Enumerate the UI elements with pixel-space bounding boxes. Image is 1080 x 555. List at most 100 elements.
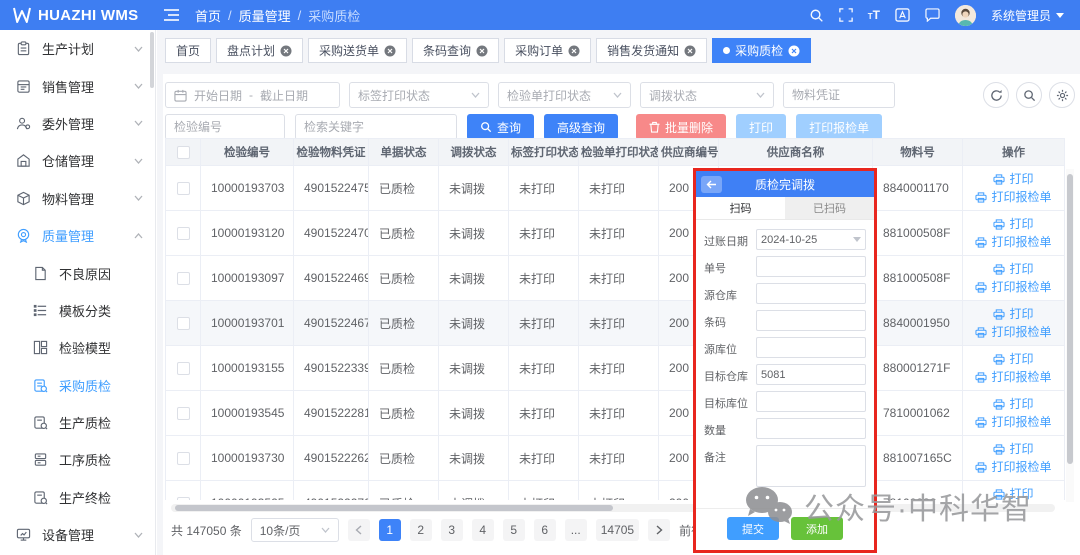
last-page-button[interactable]: 14705 <box>596 519 639 541</box>
tab-sales-notice[interactable]: 销售发货通知 <box>596 38 707 63</box>
tab-barcode-query[interactable]: 条码查询 <box>412 38 499 63</box>
tab-scanned[interactable]: 已扫码 <box>785 197 874 219</box>
print-link[interactable]: 打印 <box>963 485 1064 500</box>
print-link[interactable]: 打印 <box>963 440 1064 458</box>
sidebar-item-defect-reason[interactable]: 不良原因 <box>0 254 155 291</box>
close-icon[interactable] <box>684 45 696 57</box>
row-checkbox[interactable] <box>177 497 190 500</box>
print-link[interactable]: 打印 <box>963 260 1064 278</box>
back-button[interactable] <box>701 176 722 193</box>
submit-button[interactable]: 提交 <box>727 517 779 540</box>
batch-delete-button[interactable]: 批量删除 <box>636 114 726 140</box>
sidebar-item-inspection-model[interactable]: 检验模型 <box>0 329 155 366</box>
label-print-status-select[interactable]: 标签打印状态 <box>349 82 489 108</box>
scrollbar-thumb[interactable] <box>1067 174 1073 464</box>
row-checkbox[interactable] <box>177 407 190 420</box>
user-menu[interactable]: 系统管理员 <box>991 7 1064 24</box>
print-link[interactable]: 打印 <box>963 215 1064 233</box>
sidebar-item-material[interactable]: 物料管理 <box>0 180 155 217</box>
date-range-picker[interactable]: 开始日期 - 截止日期 <box>165 82 340 108</box>
sidebar-item-outsourcing[interactable]: 委外管理 <box>0 105 155 142</box>
inspect-print-status-select[interactable]: 检验单打印状态 <box>498 82 631 108</box>
add-button[interactable]: 添加 <box>791 517 843 540</box>
sidebar-item-process-qc[interactable]: 工序质检 <box>0 441 155 478</box>
sidebar-item-purchase-qc[interactable]: 采购质检 <box>0 367 155 404</box>
sidebar-item-production-plan[interactable]: 生产计划 <box>0 30 155 67</box>
page-button[interactable]: 3 <box>441 519 463 541</box>
material-voucher-input[interactable] <box>783 82 895 108</box>
sidebar-item-sales[interactable]: 销售管理 <box>0 67 155 104</box>
scrollbar-thumb[interactable] <box>175 505 613 511</box>
sidebar-item-production-qc[interactable]: 生产质检 <box>0 404 155 441</box>
page-button[interactable]: 2 <box>410 519 432 541</box>
advanced-search-button[interactable]: 高级查询 <box>544 114 618 140</box>
font-size-icon[interactable]: TT <box>868 9 880 21</box>
print-report-link[interactable]: 打印报检单 <box>963 188 1064 206</box>
row-checkbox[interactable] <box>177 362 190 375</box>
print-report-link[interactable]: 打印报检单 <box>963 278 1064 296</box>
target-bin-input[interactable] <box>756 391 866 412</box>
vertical-scrollbar[interactable] <box>1066 169 1074 502</box>
select-all-checkbox[interactable] <box>177 146 190 159</box>
order-no-input[interactable] <box>756 256 866 277</box>
row-checkbox[interactable] <box>177 452 190 465</box>
prev-page-button[interactable] <box>348 519 370 541</box>
settings-button[interactable] <box>1049 82 1075 108</box>
tab-scan[interactable]: 扫码 <box>696 197 785 219</box>
refresh-button[interactable] <box>983 82 1009 108</box>
keyword-input[interactable] <box>295 114 457 140</box>
row-checkbox[interactable] <box>177 317 190 330</box>
close-icon[interactable] <box>788 45 800 57</box>
tab-count-plan[interactable]: 盘点计划 <box>216 38 303 63</box>
close-icon[interactable] <box>476 45 488 57</box>
page-button[interactable]: 4 <box>472 519 494 541</box>
close-icon[interactable] <box>568 45 580 57</box>
sidebar-scrollbar[interactable] <box>150 32 154 88</box>
breadcrumb-home[interactable]: 首页 <box>195 6 221 25</box>
tab-purchase-qc[interactable]: 采购质检 <box>712 38 811 63</box>
row-checkbox[interactable] <box>177 227 190 240</box>
menu-collapse-icon[interactable] <box>164 9 179 21</box>
remark-textarea[interactable] <box>756 445 866 487</box>
print-report-link[interactable]: 打印报检单 <box>963 458 1064 476</box>
barcode-input[interactable] <box>756 310 866 331</box>
sidebar-item-final-qc[interactable]: 生产终检 <box>0 479 155 516</box>
horizontal-scrollbar[interactable] <box>171 504 1055 512</box>
avatar[interactable] <box>955 5 976 26</box>
page-size-select[interactable]: 10条/页 <box>251 518 339 542</box>
print-link[interactable]: 打印 <box>963 395 1064 413</box>
row-checkbox[interactable] <box>177 272 190 285</box>
sidebar-item-warehouse[interactable]: 仓储管理 <box>0 142 155 179</box>
page-button[interactable]: 1 <box>379 519 401 541</box>
print-report-link[interactable]: 打印报检单 <box>963 413 1064 431</box>
posting-date-select[interactable]: 2024-10-25 <box>756 229 866 250</box>
tab-home[interactable]: 首页 <box>165 38 211 63</box>
translate-icon[interactable] <box>895 8 910 22</box>
fullscreen-icon[interactable] <box>839 8 853 22</box>
column-search-button[interactable] <box>1016 82 1042 108</box>
breadcrumb-quality[interactable]: 质量管理 <box>239 6 291 25</box>
print-link[interactable]: 打印 <box>963 170 1064 188</box>
sidebar-item-equipment[interactable]: 设备管理 <box>0 516 155 553</box>
close-icon[interactable] <box>280 45 292 57</box>
print-link[interactable]: 打印 <box>963 305 1064 323</box>
print-report-link[interactable]: 打印报检单 <box>963 323 1064 341</box>
print-report-link[interactable]: 打印报检单 <box>963 233 1064 251</box>
print-report-button[interactable]: 打印报检单 <box>796 114 882 140</box>
sidebar-item-template-category[interactable]: 模板分类 <box>0 292 155 329</box>
close-icon[interactable] <box>384 45 396 57</box>
next-page-button[interactable] <box>648 519 670 541</box>
quantity-input[interactable] <box>756 418 866 439</box>
page-button[interactable]: 6 <box>534 519 556 541</box>
tab-purchase-delivery[interactable]: 采购送货单 <box>308 38 407 63</box>
row-checkbox[interactable] <box>177 182 190 195</box>
source-bin-input[interactable] <box>756 337 866 358</box>
search-icon[interactable] <box>809 8 824 23</box>
print-report-link[interactable]: 打印报检单 <box>963 368 1064 386</box>
more-pages-button[interactable]: ... <box>565 519 587 541</box>
target-warehouse-input[interactable] <box>756 364 866 385</box>
sidebar-item-quality[interactable]: 质量管理 <box>0 217 155 254</box>
tab-purchase-order[interactable]: 采购订单 <box>504 38 591 63</box>
page-button[interactable]: 5 <box>503 519 525 541</box>
inspect-no-input[interactable] <box>165 114 285 140</box>
